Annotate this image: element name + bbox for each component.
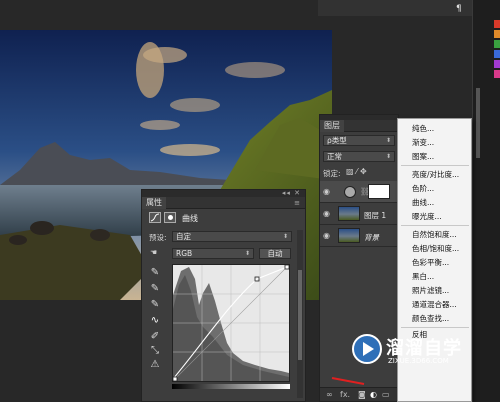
layer-filter-dropdown[interactable]: ρ类型 ⬍ <box>323 135 395 146</box>
curves-histogram <box>172 264 290 382</box>
properties-panel: ◂◂ ✕ 属性 ≡ 曲线 预设: 自定 ⬍ ☚ RGB ⬍ 自动 ✎ ✎ ✎ ∿ ✐… <box>141 189 306 402</box>
layer-name: 图层 1 <box>364 211 387 220</box>
scrollbar[interactable] <box>476 88 480 158</box>
chevron-down-icon: ⬍ <box>244 250 250 257</box>
adjustment-layer-icon <box>344 186 356 198</box>
watermark-url: ZIXUE.3D66.COM <box>388 357 449 365</box>
menu-item-gradient[interactable]: 渐变... <box>412 138 434 147</box>
layers-tabbar: 图层 <box>320 120 398 132</box>
eyedropper-black-icon[interactable]: ✎ <box>148 266 162 280</box>
fx-button[interactable]: fx. <box>340 390 350 399</box>
photoshop-workspace: ¶ ◂◂ ✕ 属性 ≡ 曲线 预设: 自定 ⬍ ☚ RGB ⬍ 自动 ✎ ✎ ✎… <box>0 0 500 402</box>
tone-gradient-bar <box>172 384 290 389</box>
color-swatch[interactable] <box>494 60 500 68</box>
smooth-icon[interactable]: ⤡ <box>148 344 162 358</box>
tab-properties[interactable]: 属性 <box>142 197 166 209</box>
curve-control-point <box>284 264 290 270</box>
menu-separator <box>401 165 469 166</box>
properties-scrollbar[interactable] <box>297 230 303 398</box>
channel-dropdown[interactable]: RGB ⬍ <box>172 248 254 259</box>
eyedropper-white-icon[interactable]: ✎ <box>148 298 162 312</box>
link-layers-icon[interactable]: ∞ <box>326 390 333 399</box>
pencil-icon[interactable]: ✐ <box>148 330 162 344</box>
layer-row-adjustment[interactable]: ◉ ⛓ <box>320 181 400 203</box>
watermark: 溜溜自学 ZIXUE.3D66.COM <box>352 332 472 386</box>
menu-item-brightness-contrast[interactable]: 亮度/对比度... <box>412 170 459 179</box>
preset-dropdown[interactable]: 自定 ⬍ <box>172 231 292 242</box>
layer-row-background[interactable]: ◉ 背景 <box>320 225 400 247</box>
layer-row-layer-1[interactable]: ◉ 图层 1 <box>320 203 400 225</box>
eye-icon[interactable]: ◉ <box>323 187 330 196</box>
menu-item-vibrance[interactable]: 自然饱和度... <box>412 230 457 239</box>
menu-item-levels[interactable]: 色阶... <box>412 184 434 193</box>
panel-header: ◂◂ ✕ <box>142 189 305 197</box>
blend-mode-dropdown[interactable]: 正常 ⬍ <box>323 151 395 162</box>
eye-icon[interactable]: ◉ <box>323 231 330 240</box>
adjustment-title: 曲线 <box>182 214 198 223</box>
collapse-icon[interactable]: ◂◂ ✕ <box>282 189 301 197</box>
menu-item-curves[interactable]: 曲线... <box>412 198 434 207</box>
panel-tab-strip <box>318 0 472 16</box>
menu-item-channel-mixer[interactable]: 通道混合器... <box>412 300 457 309</box>
menu-item-exposure[interactable]: 曝光度... <box>412 212 442 221</box>
chevron-down-icon: ⬍ <box>385 153 391 160</box>
menu-item-color-balance[interactable]: 色彩平衡... <box>412 258 449 267</box>
menu-item-solid-color[interactable]: 纯色... <box>412 124 434 133</box>
menu-separator <box>401 225 469 226</box>
eyedropper-gray-icon[interactable]: ✎ <box>148 282 162 296</box>
properties-tabbar: 属性 ≡ <box>142 197 305 209</box>
auto-button[interactable]: 自动 <box>259 248 291 259</box>
eye-icon[interactable]: ◉ <box>323 209 330 218</box>
color-swatch[interactable] <box>494 50 500 58</box>
layer-mask-thumbnail <box>368 184 390 199</box>
menu-separator <box>401 327 469 328</box>
layer-name: 背景 <box>364 233 379 242</box>
add-mask-icon[interactable]: ◙ <box>358 390 366 399</box>
curves-point-icon[interactable]: ∿ <box>148 314 162 328</box>
new-group-icon[interactable]: ▭ <box>382 390 390 399</box>
histogram-warning-icon[interactable]: ⚠ <box>148 358 162 372</box>
menu-item-hue-saturation[interactable]: 色相/饱和度... <box>412 244 459 253</box>
curves-graph[interactable] <box>172 264 290 382</box>
tab-layers[interactable]: 图层 <box>320 120 344 132</box>
layers-footer: ∞ fx. ◙ ◐ ▭ <box>320 387 398 401</box>
curves-adjustment-icon <box>149 212 161 223</box>
lock-icons[interactable]: ▨ ⁄ ✥ <box>346 167 367 176</box>
adjustment-layer-button[interactable]: ◐ <box>370 390 377 399</box>
menu-item-color-lookup[interactable]: 颜色查找... <box>412 314 449 323</box>
panel-menu-icon[interactable]: ≡ <box>294 199 301 207</box>
layer-thumbnail <box>338 206 360 221</box>
watermark-logo <box>352 334 382 364</box>
layer-thumbnail <box>338 228 360 243</box>
mask-icon[interactable] <box>164 212 176 223</box>
hand-tool-icon[interactable]: ☚ <box>150 248 157 257</box>
color-swatch[interactable] <box>494 40 500 48</box>
color-swatch[interactable] <box>494 20 500 28</box>
color-swatch[interactable] <box>494 70 500 78</box>
pilcrow-icon[interactable]: ¶ <box>456 4 462 14</box>
lock-label: 锁定: <box>323 169 341 178</box>
preset-label: 预设: <box>149 233 167 242</box>
chevron-down-icon: ⬍ <box>282 233 288 240</box>
menu-item-photo-filter[interactable]: 照片滤镜... <box>412 286 449 295</box>
menu-item-black-white[interactable]: 黑白... <box>412 272 434 281</box>
color-swatch[interactable] <box>494 30 500 38</box>
menu-item-pattern[interactable]: 图案... <box>412 152 434 161</box>
curve-control-point <box>172 376 178 382</box>
chevron-down-icon: ⬍ <box>385 137 391 144</box>
